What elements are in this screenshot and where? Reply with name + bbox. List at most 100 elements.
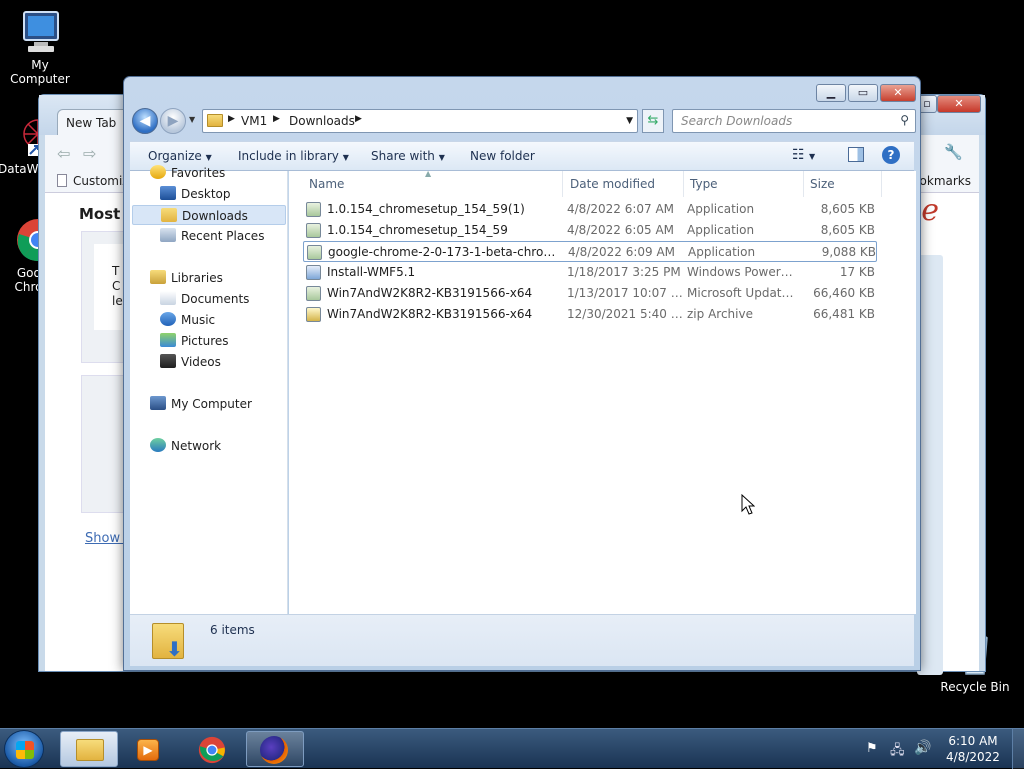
firefox-icon: [260, 736, 288, 764]
documents-icon: [160, 291, 176, 305]
nav-my-computer[interactable]: My Computer: [150, 394, 252, 414]
search-placeholder: Search Downloads: [681, 114, 793, 128]
share-with-button[interactable]: Share with ▼: [371, 149, 445, 163]
minimize-button[interactable]: ▁: [816, 84, 846, 102]
file-row[interactable]: 1.0.154_chromesetup_154_59(1) 4/8/2022 6:…: [303, 199, 877, 220]
breadcrumb-downloads[interactable]: Downloads: [289, 114, 355, 128]
file-type: Application: [688, 245, 756, 259]
nav-label: Videos: [181, 355, 221, 369]
start-button[interactable]: [4, 730, 44, 768]
help-icon[interactable]: ?: [882, 146, 900, 164]
chrome-icon: [198, 736, 226, 764]
computer-icon: [150, 396, 166, 410]
file-row[interactable]: Install-WMF5.1 1/18/2017 3:25 PM Windows P…: [303, 262, 877, 283]
nav-documents[interactable]: Documents: [160, 289, 249, 309]
preview-pane-icon[interactable]: [848, 147, 864, 162]
view-options-icon[interactable]: ☷ ▼: [792, 147, 815, 163]
include-in-library-button[interactable]: Include in library ▼: [238, 149, 349, 163]
forward-arrow-icon[interactable]: ⇨: [83, 144, 96, 163]
column-header-type[interactable]: Type: [684, 171, 804, 197]
clock[interactable]: 6:10 AM 4/8/2022: [938, 733, 1008, 765]
column-header-date[interactable]: Date modified: [564, 171, 684, 197]
network-icon: [150, 438, 166, 452]
nav-pictures[interactable]: Pictures: [160, 331, 229, 351]
nav-label: Network: [171, 439, 222, 453]
taskbar-firefox[interactable]: [246, 731, 304, 767]
nav-desktop[interactable]: Desktop: [160, 184, 231, 204]
file-type: Application: [687, 223, 755, 237]
command-bar: Organize ▼ Include in library ▼ Share wi…: [130, 141, 914, 171]
forward-button[interactable]: ▶: [160, 108, 186, 134]
address-dropdown-icon[interactable]: ▼: [626, 116, 633, 126]
nav-label: Documents: [181, 292, 250, 306]
desktop-icon: [160, 186, 176, 200]
breadcrumb-vm1[interactable]: VM1: [241, 114, 267, 128]
file-date-modified: 4/8/2022 6:07 AM: [567, 202, 675, 216]
downloads-folder-icon: [161, 208, 177, 222]
wrench-icon[interactable]: 🔧: [944, 143, 963, 161]
update-package-icon: [306, 286, 321, 301]
back-arrow-icon[interactable]: ⇦: [57, 144, 70, 163]
file-row[interactable]: Win7AndW2K8R2-KB3191566-x64 12/30/2021 5:…: [303, 304, 877, 325]
application-icon: [306, 223, 321, 238]
refresh-button[interactable]: ⇆: [642, 109, 664, 133]
back-button[interactable]: ◀: [132, 108, 158, 134]
breadcrumb-chevron-icon[interactable]: ▶: [228, 114, 235, 124]
application-icon: [307, 245, 322, 260]
zip-archive-icon: [306, 307, 321, 322]
nav-network[interactable]: Network: [150, 436, 221, 456]
taskbar-chrome[interactable]: [184, 731, 242, 767]
clock-time: 6:10 AM: [948, 734, 998, 748]
maximize-button[interactable]: ▭: [848, 84, 878, 102]
file-name: google-chrome-2-0-173-1-beta-chrome...: [328, 245, 556, 259]
folder-icon: [76, 739, 104, 761]
network-icon[interactable]: 🖧: [890, 741, 905, 763]
nav-recent-places[interactable]: Recent Places: [160, 226, 264, 246]
file-name: 1.0.154_chromesetup_154_59: [327, 223, 508, 237]
column-header-size[interactable]: Size: [804, 171, 882, 197]
file-type: Microsoft Update ...: [687, 286, 799, 300]
powershell-script-icon: [306, 265, 321, 280]
clock-date: 4/8/2022: [946, 750, 1000, 764]
search-icon: ⚲: [900, 113, 909, 127]
breadcrumb-chevron-icon[interactable]: ▶: [355, 114, 362, 124]
recent-pages-dropdown-icon[interactable]: ▼: [189, 115, 195, 124]
application-icon: [306, 202, 321, 217]
file-date-modified: 4/8/2022 6:09 AM: [568, 245, 676, 259]
taskbar-explorer[interactable]: [60, 731, 118, 767]
file-row[interactable]: 1.0.154_chromesetup_154_59 4/8/2022 6:05 …: [303, 220, 877, 241]
chrome-close-button[interactable]: ✕: [937, 95, 981, 113]
file-date-modified: 4/8/2022 6:05 AM: [567, 223, 675, 237]
breadcrumb-chevron-icon[interactable]: ▶: [273, 114, 280, 124]
file-date-modified: 12/30/2021 5:40 PM: [567, 307, 685, 321]
nav-music[interactable]: Music: [160, 310, 215, 330]
nav-favorites[interactable]: Favorites: [150, 163, 225, 183]
nav-downloads[interactable]: Downloads: [132, 205, 286, 225]
chevron-down-icon: ▼: [205, 153, 212, 162]
details-pane: ⬇ 6 items: [130, 614, 914, 666]
nav-label: Desktop: [181, 187, 231, 201]
organize-button[interactable]: Organize ▼: [148, 149, 212, 163]
address-bar[interactable]: ▶ VM1 ▶ Downloads ▶ ▼: [202, 109, 638, 133]
folder-icon: [207, 114, 223, 127]
show-desktop-button[interactable]: [1012, 729, 1024, 769]
bookmarks-customize-link[interactable]: Customiz: [73, 174, 129, 188]
new-folder-button[interactable]: New folder: [470, 149, 535, 163]
nav-videos[interactable]: Videos: [160, 352, 221, 372]
taskbar-media-player[interactable]: ▶: [120, 731, 178, 767]
close-button[interactable]: ✕: [880, 84, 916, 102]
column-header-name[interactable]: Name: [303, 171, 563, 197]
other-bookmarks-link[interactable]: ookmarks: [912, 174, 971, 188]
file-row[interactable]: Win7AndW2K8R2-KB3191566-x64 1/13/2017 10:…: [303, 283, 877, 304]
action-center-flag-icon[interactable]: ⚑: [866, 741, 878, 756]
file-row[interactable]: google-chrome-2-0-173-1-beta-chrome... 4/…: [303, 241, 877, 262]
nav-label: Recent Places: [181, 229, 265, 243]
media-player-icon: ▶: [137, 739, 159, 761]
desktop-icon-my-computer[interactable]: My Computer: [0, 8, 80, 86]
explorer-window[interactable]: ▁ ▭ ✕ ◀ ▶ ▼ ▶ VM1 ▶ Downloads ▶ ▼ ⇆ Sear…: [123, 76, 921, 671]
volume-icon[interactable]: 🔊: [914, 740, 931, 756]
search-input[interactable]: Search Downloads ⚲: [672, 109, 916, 133]
file-name: 1.0.154_chromesetup_154_59(1): [327, 202, 525, 216]
download-arrow-icon: ⬇: [166, 637, 183, 661]
nav-libraries[interactable]: Libraries: [150, 268, 223, 288]
